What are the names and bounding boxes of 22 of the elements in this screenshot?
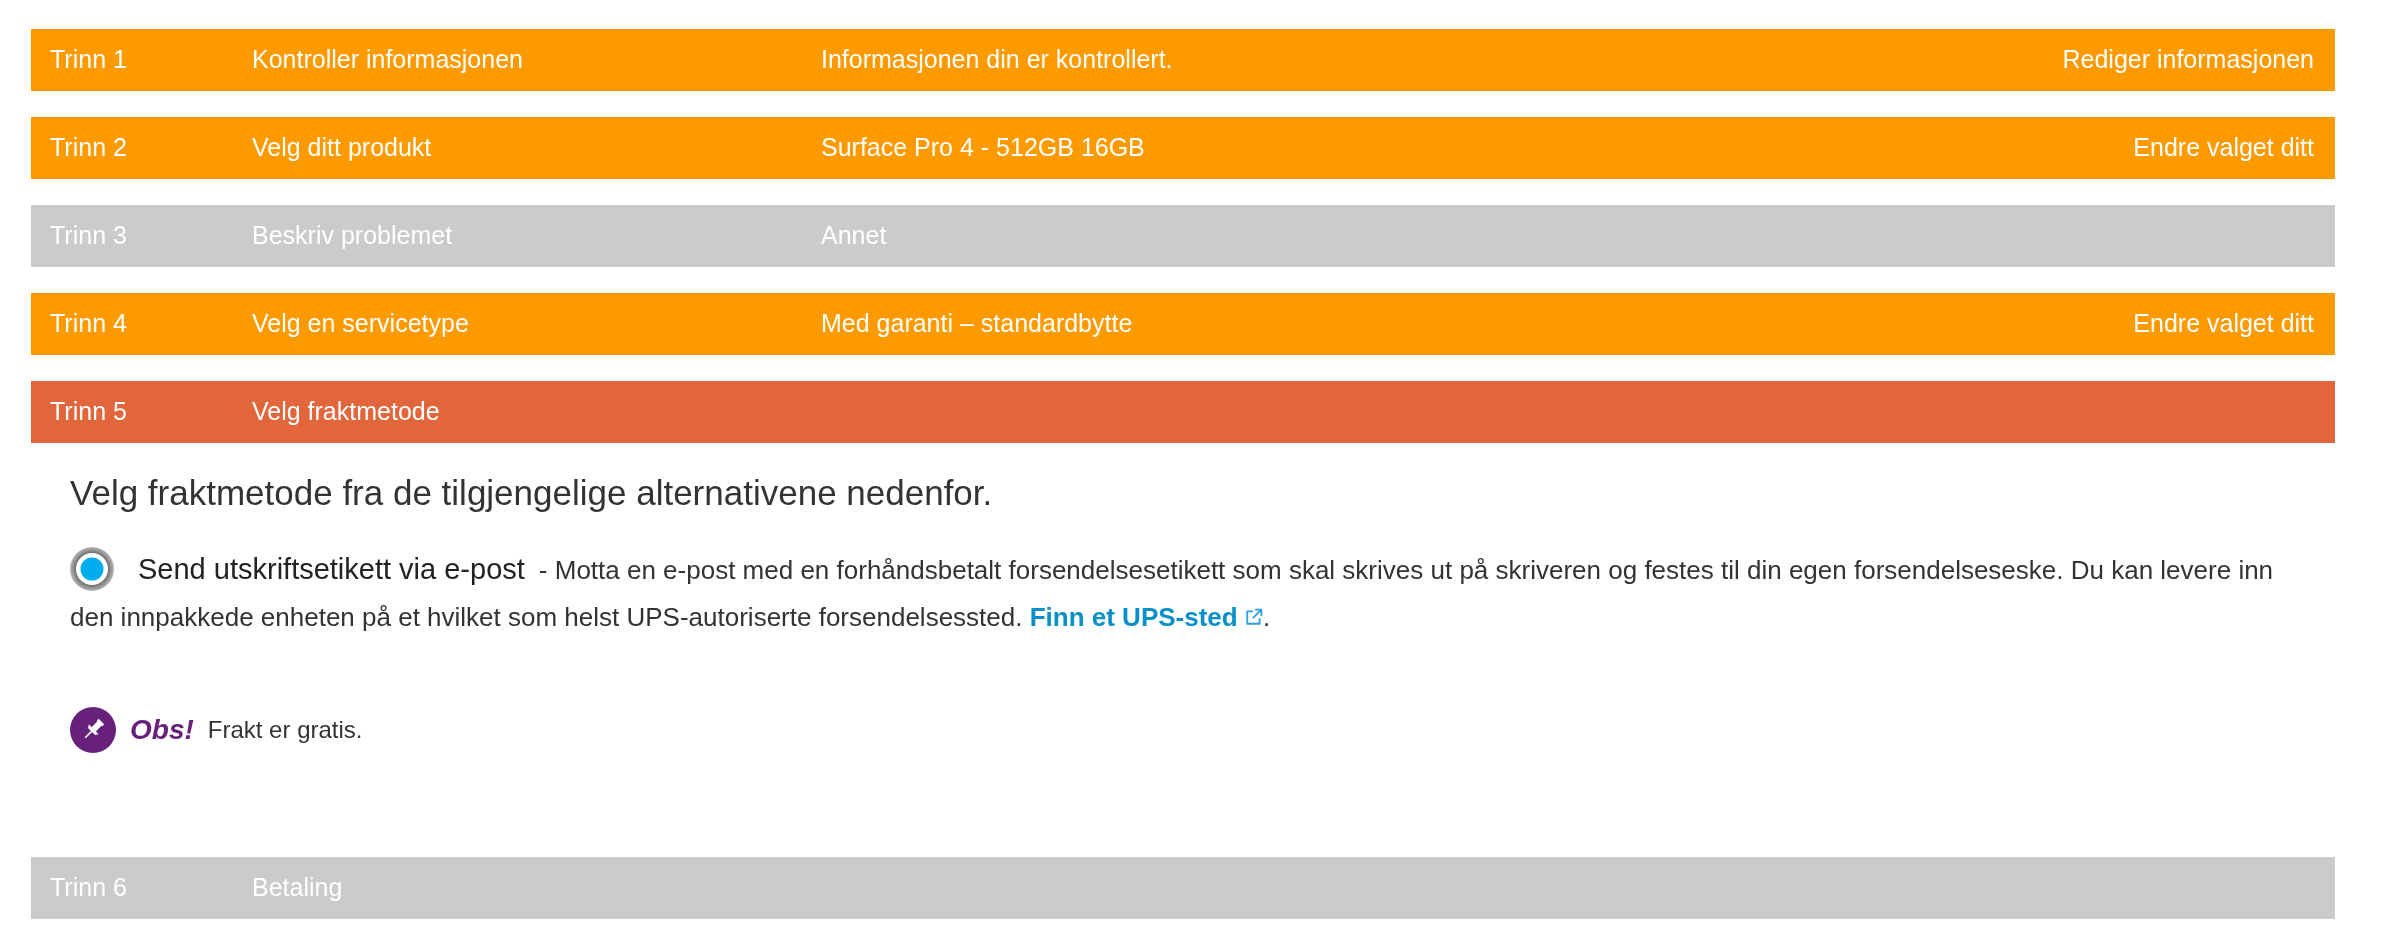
step-value: Surface Pro 4 - 512GB 16GB	[821, 132, 1145, 164]
step-label: Trinn 4	[50, 308, 128, 340]
step-value: Informasjonen din er kontrollert.	[821, 44, 1173, 76]
step-label: Trinn 2	[50, 132, 128, 164]
shipping-option-text: Send utskriftsetikett via e-post - Motta en e-post med en forhåndsbetalt forsendelsesetikett som skal skrives ut på skriveren og festes til din egen forsendelseseske. Du kan levere inn den innpakkede enheten på et hvilket som helst UPS-autoriserte forsendelsessted. Finn et UPS-sted .	[70, 546, 2315, 641]
ups-location-link[interactable]: Finn et UPS-sted	[1029, 602, 1263, 632]
external-link-icon	[1244, 608, 1263, 626]
note-text: Frakt er gratis.	[207, 715, 363, 745]
step-title: Velg fraktmetode	[252, 396, 441, 428]
edit-link[interactable]: Endre valget ditt	[2133, 305, 2314, 343]
step-title: Kontroller informasjonen	[252, 44, 524, 76]
step-value: Med garanti – standardbytte	[821, 308, 1133, 340]
section-heading: Velg fraktmetode fra de tilgjengelige alternativene nedenfor.	[70, 472, 993, 514]
step-title: Velg ditt produkt	[252, 132, 433, 164]
note-title: Obs!	[130, 713, 194, 747]
edit-link[interactable]: Rediger informasjonen	[2062, 41, 2314, 79]
edit-link[interactable]: Endre valget ditt	[2133, 129, 2314, 167]
step-label: Trinn 1	[50, 44, 128, 76]
step-label: Trinn 5	[50, 396, 128, 428]
radio-button[interactable]	[70, 547, 114, 592]
step-title: Velg en servicetype	[252, 308, 470, 340]
pin-icon	[70, 707, 116, 753]
